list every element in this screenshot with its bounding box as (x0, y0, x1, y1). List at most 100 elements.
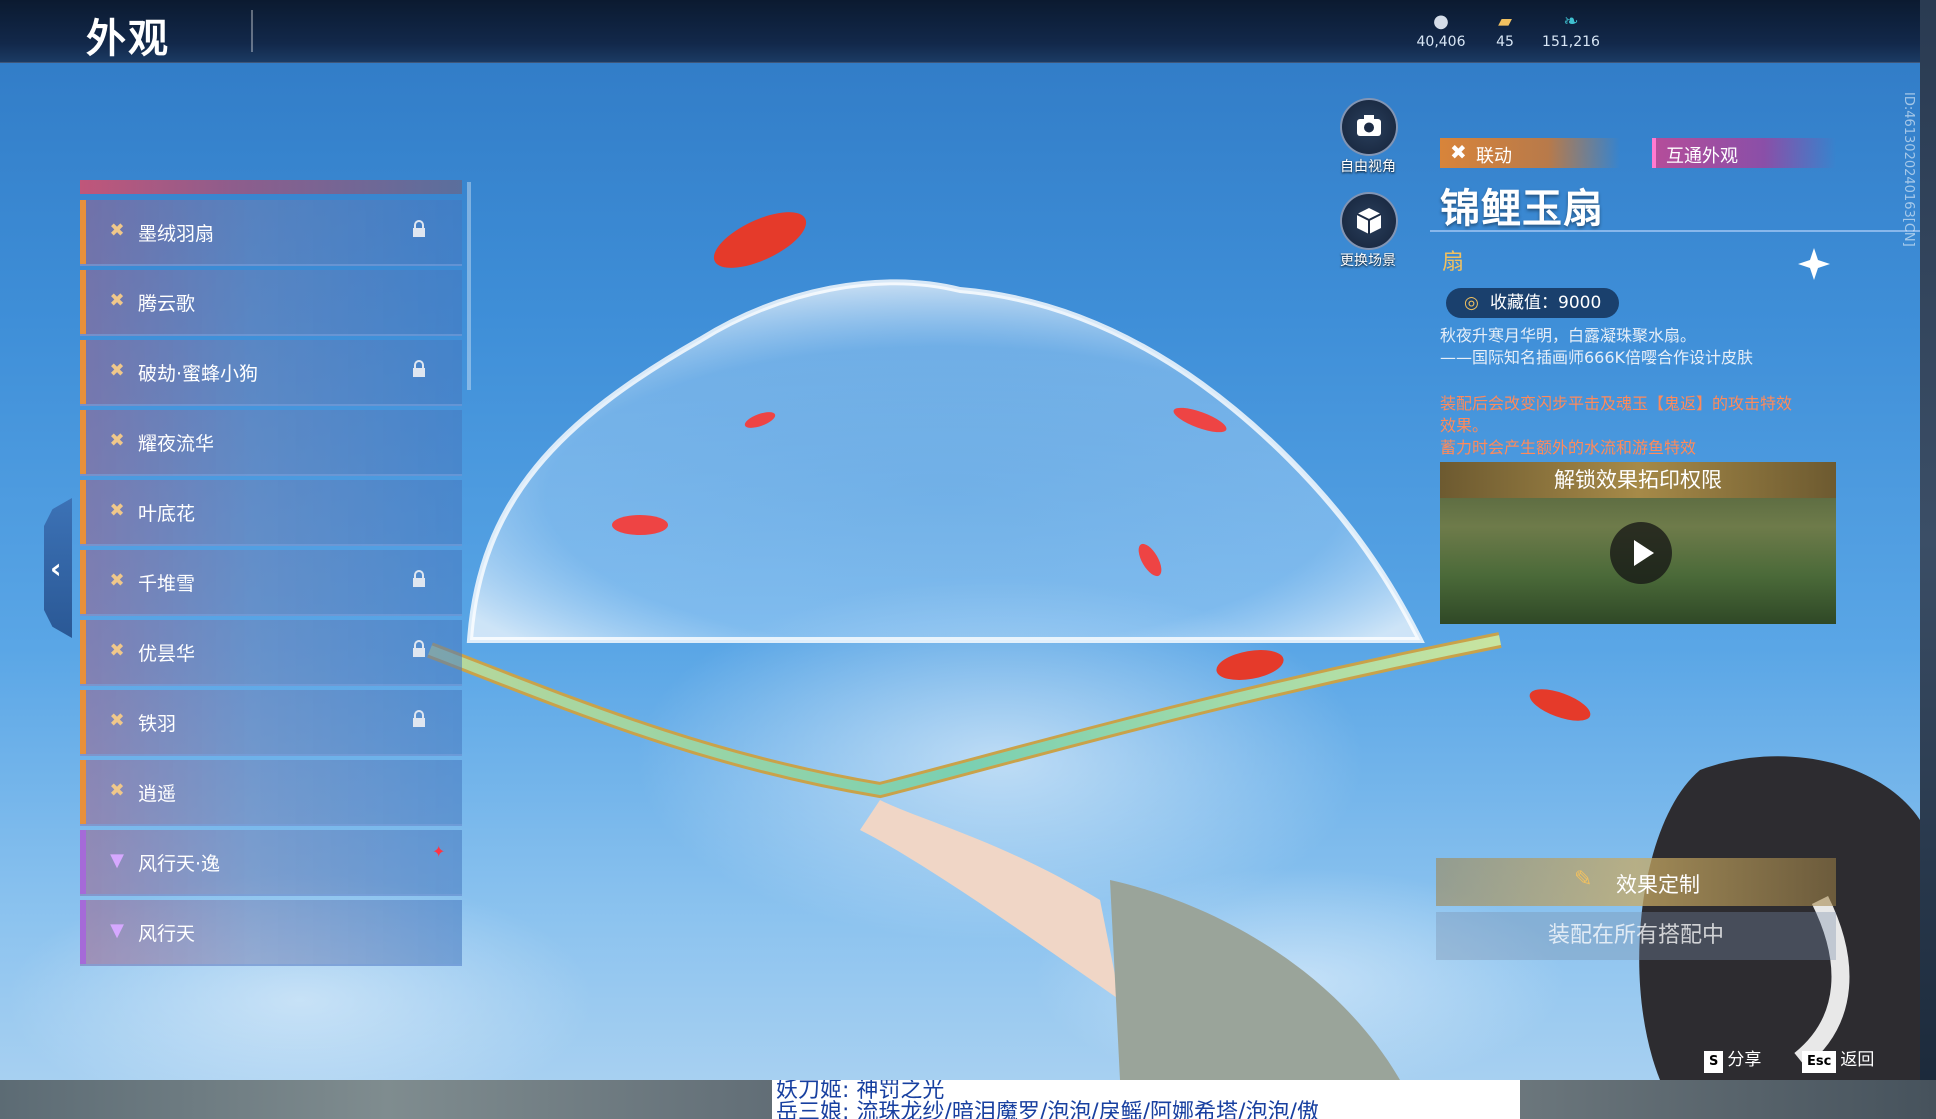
cross-blades-icon: ✖ (109, 640, 125, 661)
currency-ticket: ▰ 45 (1470, 11, 1540, 51)
cross-blades-icon: ✖ (109, 360, 125, 381)
item-label: 破劫·蜜蜂小狗 (138, 363, 259, 385)
list-item[interactable]: ✖ 耀夜流华 (80, 410, 462, 476)
lock-icon (413, 710, 425, 727)
collection-value: 收藏值：9000 (1490, 293, 1602, 313)
top-bar: 外观 ● 40,406 ▰ 45 ❧ 151,216 (0, 0, 1920, 63)
collection-value-badge: ◎ 收藏值：9000 (1446, 288, 1620, 318)
shared-appearance-tag: 互通外观 (1652, 138, 1836, 168)
description-line: 秋夜升寒月华明，白露凝珠聚水扇。 (1440, 326, 1697, 345)
equip-all-button[interactable]: 装配在所有搭配中 (1436, 912, 1836, 960)
change-scene-button[interactable] (1340, 192, 1398, 250)
currency-feather: ❧ 151,216 (1536, 11, 1606, 51)
currency-value: 40,406 (1416, 34, 1466, 50)
effect-line: 蓄力时会产生额外的水流和游鱼特效 (1440, 438, 1697, 457)
effect-custom-label: 效果定制 (1616, 873, 1700, 897)
title-divider (251, 10, 253, 52)
cross-blades-icon: ✖ (109, 780, 125, 801)
item-label: 逍遥 (138, 783, 177, 805)
chat-line: 岳三娘: 流珠龙纱/暗泪魔罗/泡泡/戾鳐/阿娜希塔/泡泡/傲 (776, 1100, 1319, 1119)
cross-blades-icon: ✖ (109, 500, 125, 521)
list-item[interactable]: ▼ 风行天 (80, 900, 462, 966)
lock-icon (413, 360, 425, 377)
cross-blades-icon: ✖ (109, 290, 125, 311)
list-item[interactable]: ✖ 破劫·蜜蜂小狗 (80, 340, 462, 406)
effect-line: 效果。 (1440, 416, 1489, 435)
back-button[interactable]: Esc 返回 (1802, 1045, 1875, 1073)
video-title: 解锁效果拓印权限 (1440, 462, 1836, 498)
free-view-button[interactable] (1340, 98, 1398, 156)
share-key: S (1704, 1051, 1724, 1073)
collab-tag-label: 联动 (1476, 146, 1512, 167)
list-scrollbar[interactable] (467, 182, 471, 390)
camera-icon (1357, 115, 1381, 136)
effect-line: 装配后会改变闪步平击及魂玉【鬼返】的攻击特效 (1440, 394, 1793, 413)
list-item[interactable]: ✖ 千堆雪 (80, 550, 462, 616)
feather-icon: ❧ (1563, 11, 1579, 32)
new-badge-icon: ✦ (432, 842, 446, 861)
item-type: 扇 (1442, 250, 1465, 275)
item-label: 腾云歌 (138, 293, 196, 315)
rarity-bar (80, 620, 86, 684)
back-key: Esc (1802, 1051, 1837, 1073)
item-label: 优昙华 (138, 643, 196, 665)
collapse-panel-button[interactable]: ‹ (44, 498, 72, 638)
rarity-bar (80, 830, 86, 894)
free-view-label: 自由视角 (1340, 159, 1396, 175)
list-item[interactable]: ✖ 逍遥 (80, 760, 462, 826)
effect-custom-button[interactable]: ✎ 效果定制 (1436, 858, 1836, 906)
item-label: 风行天 (138, 923, 196, 945)
item-label: 墨绒羽扇 (138, 223, 215, 245)
build-id: ID:4613020240163[CN] (1901, 92, 1916, 247)
cross-blades-icon: ✖ (109, 430, 125, 451)
rarity-bar (80, 340, 86, 404)
trophy-icon: ◎ (1464, 293, 1479, 313)
rarity-bar (80, 900, 86, 964)
item-label: 叶底花 (138, 503, 196, 525)
play-icon[interactable] (1610, 522, 1672, 584)
effect-preview-video[interactable]: 解锁效果拓印权限 (1440, 462, 1836, 624)
rarity-bar (80, 480, 86, 544)
cube-icon (1356, 208, 1382, 234)
list-item[interactable]: ▼ 风行天·逸 ✦ (80, 830, 462, 896)
background-edge-right (1920, 0, 1936, 1080)
rarity-bar (80, 270, 86, 334)
item-label: 风行天·逸 (138, 853, 221, 875)
list-item[interactable]: ✖ 腾云歌 (80, 270, 462, 336)
rarity-bar (80, 690, 86, 754)
list-item[interactable]: ✖ 墨绒羽扇 (80, 200, 462, 266)
item-name: 锦鲤玉扇 (1440, 186, 1604, 232)
appearance-list: ✖ 墨绒羽扇 ✖ 腾云歌 ✖ 破劫·蜜蜂小狗 ✖ 耀夜流华 ✖ 叶底花 ✖ 千堆… (80, 180, 462, 966)
item-label: 千堆雪 (138, 573, 196, 595)
cross-blades-icon: ✖ (109, 570, 125, 591)
name-divider (1430, 230, 1920, 232)
cross-blades-icon: ✖ (109, 710, 125, 731)
share-button[interactable]: S 分享 (1704, 1045, 1761, 1073)
rarity-bar (80, 410, 86, 474)
change-scene-label: 更换场景 (1340, 253, 1396, 269)
ticket-icon: ▰ (1498, 11, 1512, 32)
list-item[interactable]: ✖ 叶底花 (80, 480, 462, 546)
item-label: 耀夜流华 (138, 433, 215, 455)
lock-icon (413, 640, 425, 657)
chat-overlay: 妖刀姬: 神罚之光 岳三娘: 流珠龙纱/暗泪魔罗/泡泡/戾鳐/阿娜希塔/泡泡/傲 (772, 1080, 1520, 1119)
move-cross-icon[interactable] (1796, 246, 1832, 282)
list-item[interactable]: ✖ 铁羽 (80, 690, 462, 756)
wing-emblem-icon: ▼ (110, 920, 124, 941)
back-label: 返回 (1840, 1050, 1875, 1070)
lock-icon (413, 220, 425, 237)
currency-value: 151,216 (1542, 34, 1600, 50)
description-line: ——国际知名插画师666K倍嘤合作设计皮肤 (1440, 348, 1754, 367)
rarity-bar (80, 550, 86, 614)
chevron-left-icon: ‹ (50, 552, 62, 585)
list-item[interactable]: ✖ 优昙华 (80, 620, 462, 686)
item-label: 铁羽 (138, 713, 177, 735)
currency-value: 45 (1496, 34, 1514, 50)
shared-tag-label: 互通外观 (1666, 146, 1738, 167)
page-title: 外观 (86, 16, 170, 62)
rarity-bar (80, 760, 86, 824)
brush-icon: ✎ (1574, 867, 1593, 892)
coin-icon: ● (1433, 11, 1449, 32)
cross-blades-icon: ✖ (109, 220, 125, 241)
crossover-icon: ✖ (1450, 140, 1467, 164)
